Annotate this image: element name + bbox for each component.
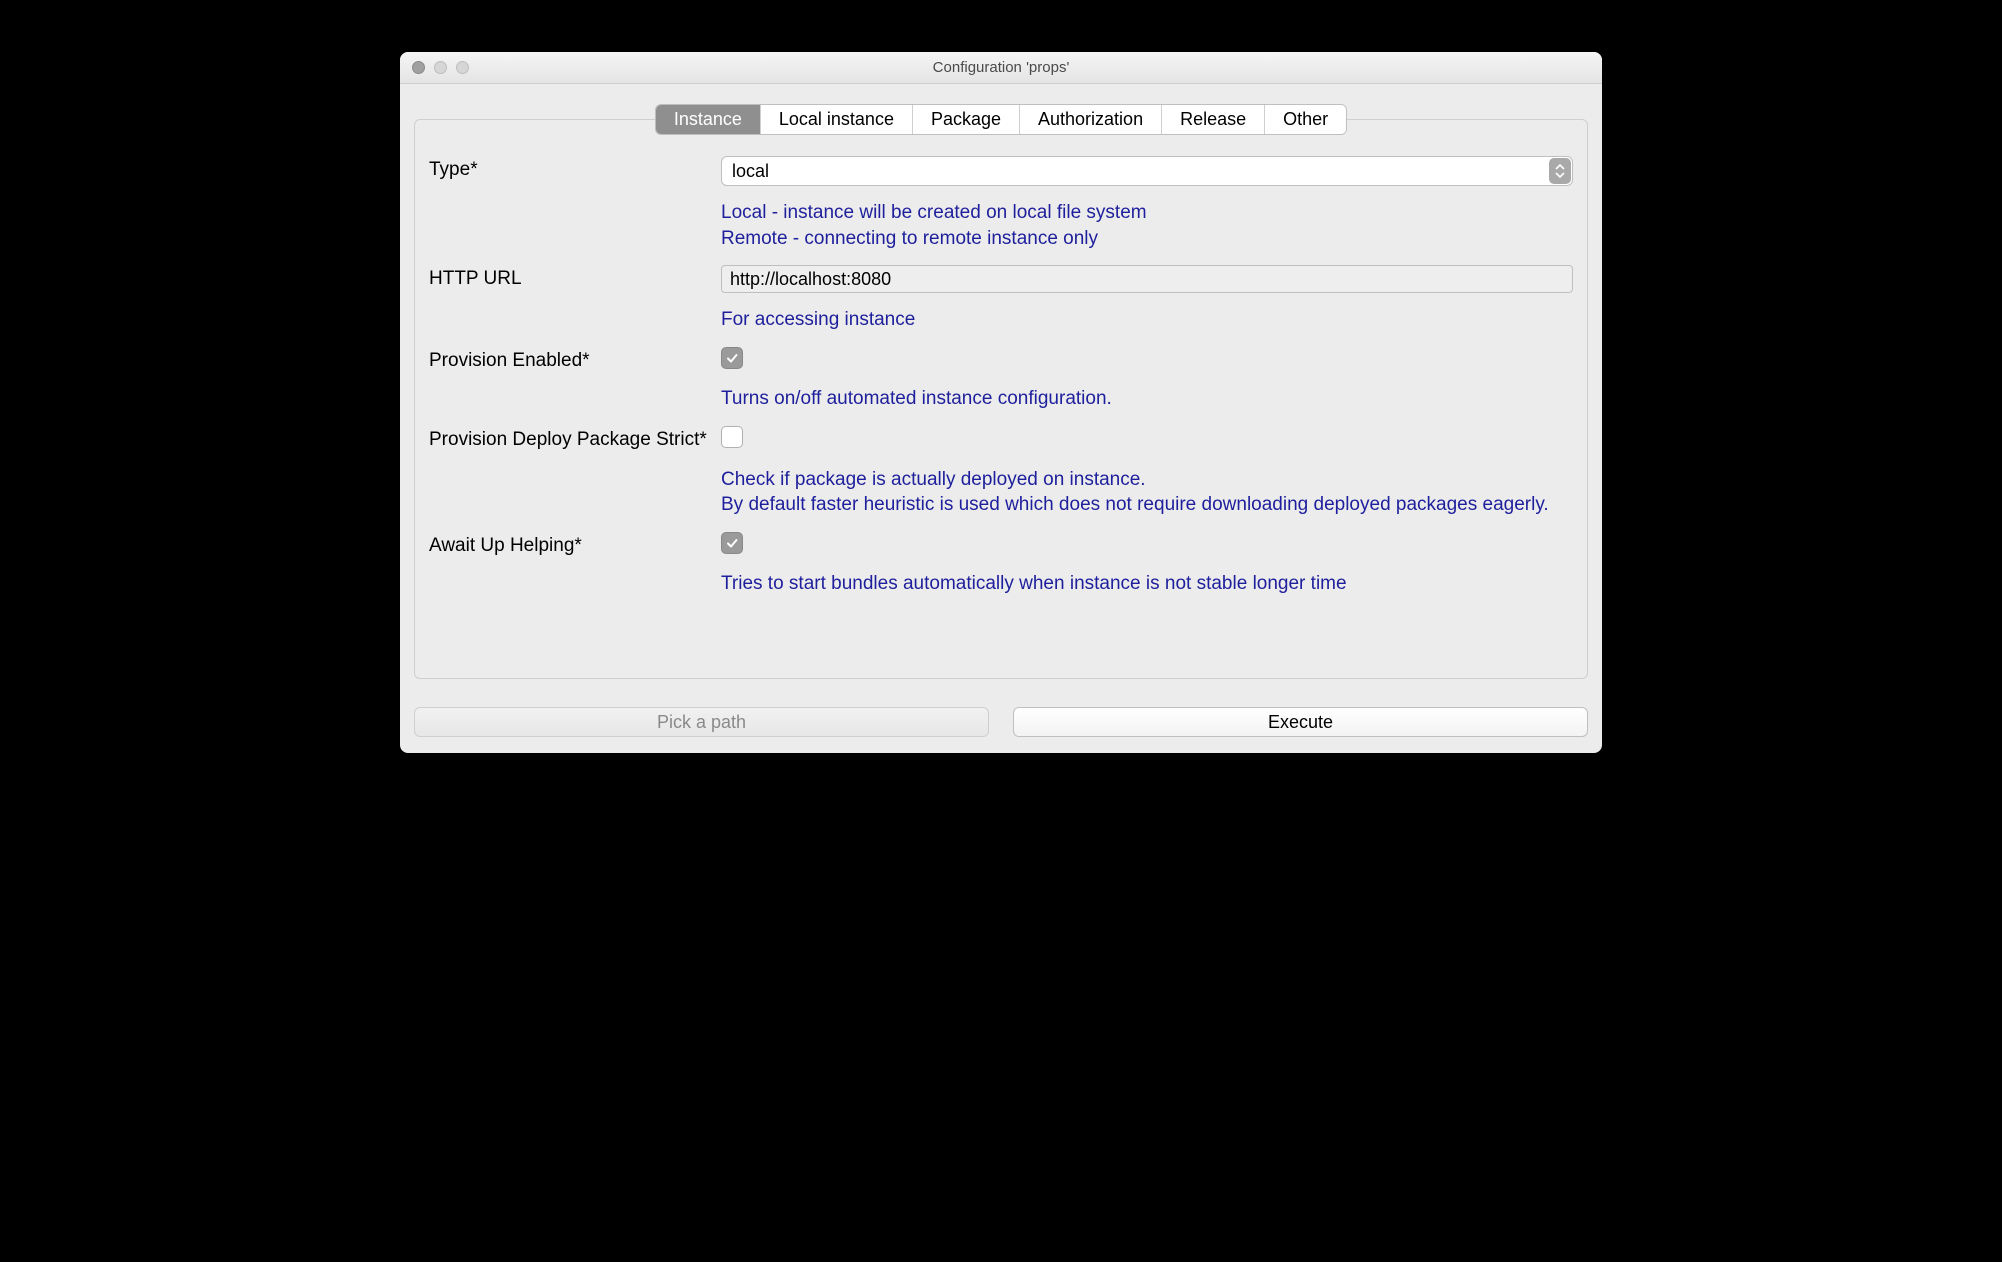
row-provision-enabled: Provision Enabled*	[429, 347, 1573, 372]
label-type: Type*	[429, 156, 721, 181]
row-type: Type* local	[429, 156, 1573, 186]
tab-authorization[interactable]: Authorization	[1020, 105, 1162, 134]
execute-button[interactable]: Execute	[1013, 707, 1588, 737]
tab-release[interactable]: Release	[1162, 105, 1265, 134]
label-await-up: Await Up Helping*	[429, 532, 721, 557]
instance-panel: Type* local Local - in	[414, 119, 1588, 679]
traffic-lights	[412, 61, 469, 74]
http-url-input[interactable]	[721, 265, 1573, 293]
config-window: Configuration 'props' Instance Local ins…	[400, 52, 1602, 753]
type-select-wrap: local	[721, 156, 1573, 186]
label-provision-enabled: Provision Enabled*	[429, 347, 721, 372]
help-await-up: Tries to start bundles automatically whe…	[721, 571, 1573, 597]
tab-bar: Instance Local instance Package Authoriz…	[414, 104, 1588, 135]
bottom-buttons: Pick a path Execute	[414, 707, 1588, 737]
row-deploy-strict: Provision Deploy Package Strict*	[429, 426, 1573, 453]
row-http-url: HTTP URL	[429, 265, 1573, 293]
check-icon	[725, 536, 739, 550]
check-icon	[725, 351, 739, 365]
tab-group: Instance Local instance Package Authoriz…	[655, 104, 1347, 135]
pick-path-button[interactable]: Pick a path	[414, 707, 989, 737]
titlebar: Configuration 'props'	[400, 52, 1602, 84]
label-deploy-strict: Provision Deploy Package Strict*	[429, 426, 721, 451]
tab-instance[interactable]: Instance	[656, 105, 761, 134]
window-close-icon[interactable]	[412, 61, 425, 74]
tab-local-instance[interactable]: Local instance	[761, 105, 913, 134]
window-title: Configuration 'props'	[400, 59, 1602, 76]
help-type: Local - instance will be created on loca…	[721, 200, 1573, 251]
window-zoom-icon[interactable]	[456, 61, 469, 74]
window-minimize-icon[interactable]	[434, 61, 447, 74]
provision-enabled-checkbox[interactable]	[721, 347, 743, 369]
tab-other[interactable]: Other	[1265, 105, 1346, 134]
row-await-up: Await Up Helping*	[429, 532, 1573, 557]
help-provision-enabled: Turns on/off automated instance configur…	[721, 386, 1573, 412]
type-select[interactable]: local	[721, 156, 1573, 186]
help-deploy-strict: Check if package is actually deployed on…	[721, 467, 1573, 518]
await-up-checkbox[interactable]	[721, 532, 743, 554]
deploy-strict-checkbox[interactable]	[721, 426, 743, 448]
tab-package[interactable]: Package	[913, 105, 1020, 134]
label-http-url: HTTP URL	[429, 265, 721, 290]
help-http-url: For accessing instance	[721, 307, 1573, 333]
window-body: Instance Local instance Package Authoriz…	[400, 84, 1602, 753]
